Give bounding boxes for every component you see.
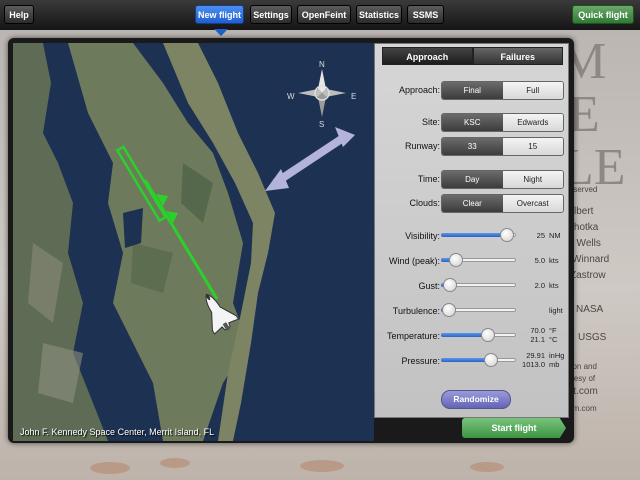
runway-label: Runway: xyxy=(404,141,440,151)
slider-fill xyxy=(441,233,507,237)
new-flight-button[interactable]: New flight xyxy=(195,5,244,24)
ground-decoration xyxy=(470,462,504,472)
compass-s: S xyxy=(319,120,324,129)
credits-line: Zastrow xyxy=(570,270,606,281)
active-tab-indicator xyxy=(214,29,228,36)
slider-knob[interactable] xyxy=(449,253,463,267)
clouds-option-clear[interactable]: Clear xyxy=(442,195,503,212)
wind-value: 5.0 kts xyxy=(534,256,559,265)
help-button[interactable]: Help xyxy=(4,5,34,24)
site-label: Site: xyxy=(421,117,440,127)
gust-label: Gust: xyxy=(418,281,440,291)
flight-settings-pane: Approach Failures Approach: Final Full S… xyxy=(374,43,569,418)
approach-label: Approach: xyxy=(398,85,440,95)
time-segmented-control: Day Night xyxy=(441,170,564,189)
new-flight-panel: N S E W John F. Kennedy Space Center, Me… xyxy=(8,38,574,443)
slider-knob[interactable] xyxy=(441,303,456,317)
start-flight-button[interactable]: Start flight xyxy=(462,418,566,438)
time-label: Time: xyxy=(417,174,440,184)
site-option-edwards[interactable]: Edwards xyxy=(502,114,563,131)
compass-e: E xyxy=(351,92,356,101)
satellite-map[interactable]: N S E W John F. Kennedy Space Center, Me… xyxy=(13,43,374,441)
map-graphic: N S E W xyxy=(13,43,374,441)
turbulence-slider[interactable] xyxy=(441,303,516,317)
temperature-slider[interactable] xyxy=(441,328,516,342)
pressure-label: Pressure: xyxy=(401,356,440,366)
top-nav-bar: Help New flight Settings OpenFeint Stati… xyxy=(0,0,640,30)
turbulence-value: light xyxy=(549,306,563,315)
ground-decoration xyxy=(300,460,344,472)
visibility-slider[interactable] xyxy=(441,228,516,242)
runway-option-33[interactable]: 33 xyxy=(442,138,503,155)
slider-knob[interactable] xyxy=(483,353,498,367)
settings-tabs: Approach Failures xyxy=(382,47,563,65)
credits-line: NASA xyxy=(576,304,604,315)
site-segmented-control: KSC Edwards xyxy=(441,113,564,132)
approach-option-final[interactable]: Final xyxy=(442,82,503,99)
ground-decoration xyxy=(90,462,130,474)
quick-flight-button[interactable]: Quick flight xyxy=(572,5,634,24)
tab-approach[interactable]: Approach xyxy=(382,47,473,65)
credits-line: Winnard xyxy=(572,254,610,265)
clouds-option-overcast[interactable]: Overcast xyxy=(502,195,563,212)
gust-value: 2.0 kts xyxy=(534,281,559,290)
compass-n: N xyxy=(319,60,325,69)
ssms-button[interactable]: SSMS xyxy=(407,5,444,24)
pressure-value: 29.91 inHg 1013.0 mb xyxy=(522,351,565,369)
runway-option-15[interactable]: 15 xyxy=(502,138,563,155)
randomize-button[interactable]: Randomize xyxy=(441,390,511,409)
temperature-label: Temperature: xyxy=(386,331,440,341)
visibility-label: Visibility: xyxy=(405,231,440,241)
pressure-slider[interactable] xyxy=(441,353,516,367)
tab-failures[interactable]: Failures xyxy=(472,47,563,65)
runway-segmented-control: 33 15 xyxy=(441,137,564,156)
turbulence-label: Turbulence: xyxy=(392,306,440,316)
slider-knob[interactable] xyxy=(500,228,514,242)
clouds-segmented-control: Clear Overcast xyxy=(441,194,564,213)
slider-knob[interactable] xyxy=(480,328,495,342)
compass-w: W xyxy=(287,92,295,101)
settings-button[interactable]: Settings xyxy=(250,5,292,24)
ground-decoration xyxy=(160,458,190,468)
wind-slider[interactable] xyxy=(441,253,516,267)
clouds-label: Clouds: xyxy=(409,198,440,208)
approach-segmented-control: Final Full xyxy=(441,81,564,100)
visibility-value: 25 NM xyxy=(536,231,561,240)
slider-knob[interactable] xyxy=(443,278,457,292)
temperature-value: 70.0 °F 21.1 °C xyxy=(530,326,558,344)
gust-slider[interactable] xyxy=(441,278,516,292)
site-option-ksc[interactable]: KSC xyxy=(442,114,503,131)
time-option-night[interactable]: Night xyxy=(502,171,563,188)
approach-option-full[interactable]: Full xyxy=(502,82,563,99)
wind-label: Wind (peak): xyxy=(388,256,440,266)
time-option-day[interactable]: Day xyxy=(442,171,503,188)
statistics-button[interactable]: Statistics xyxy=(356,5,402,24)
credits-line: USGS xyxy=(578,332,607,343)
openfeint-button[interactable]: OpenFeint xyxy=(297,5,351,24)
map-location-caption: John F. Kennedy Space Center, Merrit Isl… xyxy=(20,427,215,437)
